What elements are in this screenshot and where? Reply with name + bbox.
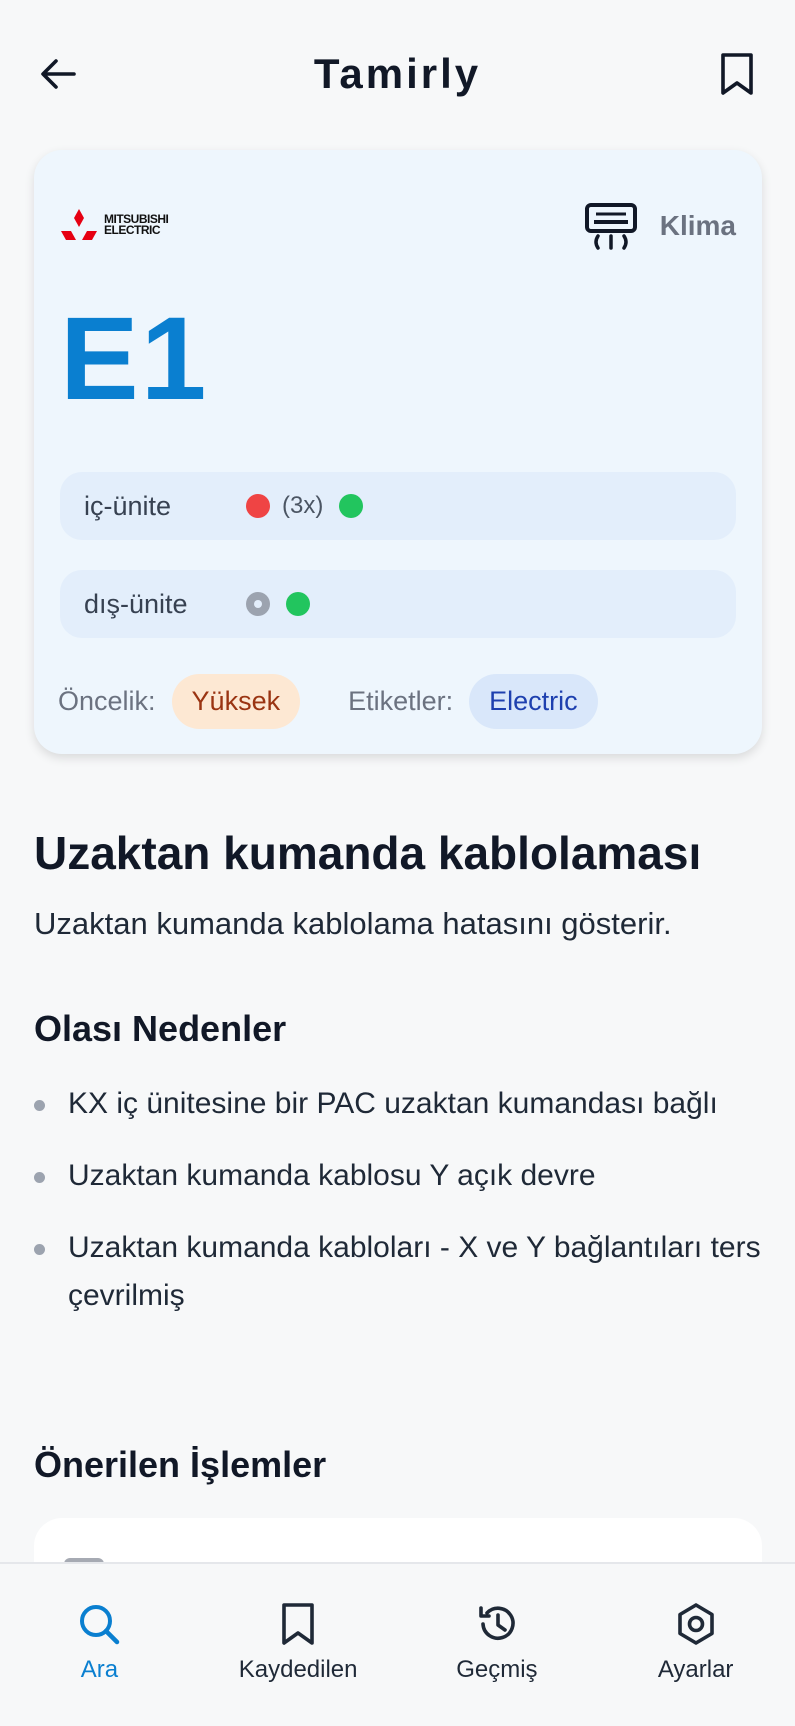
arrow-left-icon	[41, 59, 76, 89]
actions-heading: Önerilen İşlemler	[34, 1444, 327, 1485]
nav-label-settings: Ayarlar	[657, 1656, 734, 1683]
outdoor-unit-row: dış-ünite	[60, 570, 736, 638]
nav-label-saved: Kaydedilen	[238, 1656, 358, 1683]
brand-logo: MITSUBISHI ELECTRIC	[60, 208, 169, 242]
error-title: Uzaktan kumanda kablolaması	[34, 827, 702, 879]
tag-chip[interactable]: Electric	[469, 673, 598, 729]
nav-item-settings[interactable]: Ayarlar	[596, 1564, 795, 1726]
nav-item-saved[interactable]: Kaydedilen	[199, 1564, 398, 1726]
error-code-card: MITSUBISHI ELECTRIC Klima E1 iç-ünite (3…	[34, 150, 762, 754]
error-code: E1	[60, 293, 209, 425]
tags-label: Etiketler:	[348, 685, 454, 716]
red-led-indicator	[246, 494, 270, 518]
indoor-unit-label: iç-ünite	[84, 490, 172, 521]
back-button[interactable]	[36, 52, 80, 96]
history-icon	[479, 1606, 515, 1641]
bookmark-button[interactable]	[715, 50, 759, 98]
causes-list: KX iç ünitesine bir PAC uzaktan kumandas…	[34, 1080, 764, 1344]
list-item: KX iç ünitesine bir PAC uzaktan kumandas…	[34, 1080, 764, 1128]
causes-heading: Olası Nedenler	[34, 1008, 287, 1049]
bookmark-icon	[721, 53, 753, 95]
bottom-navigation: Ara Kaydedilen Geçmiş Ayarlar	[0, 1562, 795, 1726]
card-meta: Öncelik: Yüksek Etiketler: Electric	[58, 672, 748, 730]
priority-badge: Yüksek	[171, 673, 301, 729]
green-led-indicator	[339, 494, 364, 518]
outdoor-led-pattern	[246, 592, 310, 616]
green-led-indicator	[286, 592, 310, 616]
top-app-bar: Tamirly	[0, 0, 795, 148]
outdoor-unit-label: dış-ünite	[84, 588, 188, 619]
nav-label-search: Ara	[80, 1656, 119, 1683]
brand-name-line2: ELECTRIC	[104, 223, 161, 237]
error-description: Uzaktan kumanda kablolama hatasını göste…	[34, 906, 672, 941]
nav-item-history[interactable]: Geçmiş	[398, 1564, 597, 1726]
mitsubishi-logo-icon	[61, 209, 97, 240]
list-item: Uzaktan kumanda kabloları - X ve Y bağla…	[34, 1224, 764, 1320]
list-item: Uzaktan kumanda kablosu Y açık devre	[34, 1152, 764, 1200]
app-title: Tamirly	[313, 50, 482, 97]
category-badge: Klima	[584, 202, 736, 250]
nav-item-search[interactable]: Ara	[0, 1564, 199, 1726]
off-led-indicator	[246, 592, 270, 616]
search-icon	[80, 1605, 120, 1645]
blink-count: (3x)	[282, 492, 324, 519]
indoor-led-pattern: (3x)	[246, 492, 364, 520]
category-label: Klima	[659, 210, 736, 241]
bookmark-icon	[282, 1603, 314, 1645]
priority-label: Öncelik:	[58, 685, 156, 716]
indoor-unit-row: iç-ünite (3x)	[60, 472, 736, 540]
air-conditioner-icon	[584, 203, 637, 250]
nav-label-history: Geçmiş	[456, 1656, 538, 1683]
settings-icon	[677, 1603, 714, 1645]
